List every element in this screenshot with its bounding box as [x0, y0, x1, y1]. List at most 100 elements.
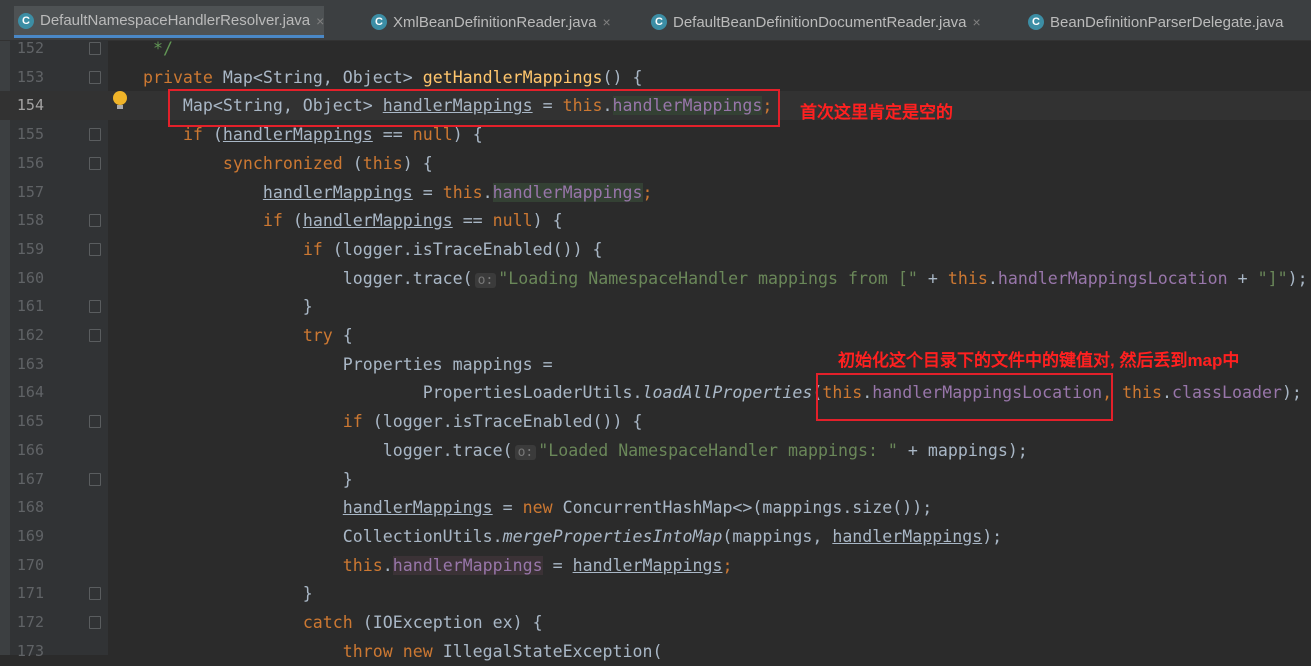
- line-number: 155: [16, 125, 44, 144]
- line-number: 157: [16, 182, 44, 201]
- code-token: .: [1162, 383, 1173, 403]
- line-number: 167: [16, 469, 44, 488]
- code-token: CollectionUtils.: [103, 526, 503, 546]
- code-token: handlerMappings: [572, 555, 723, 575]
- code-token: ) {: [532, 211, 563, 231]
- code-token: =: [412, 182, 443, 202]
- code-token: {: [342, 326, 353, 345]
- code-token: +: [917, 268, 948, 288]
- code-token: .: [482, 182, 493, 202]
- java-class-icon: C: [371, 14, 387, 30]
- code-token: IllegalStateException(: [442, 641, 663, 661]
- code-token: this: [947, 268, 988, 288]
- code-text: CollectionUtils.mergePropertiesIntoMap(m…: [103, 522, 1002, 551]
- code-token: +: [1227, 268, 1258, 288]
- code-token: (mappings,: [722, 526, 833, 546]
- code-text: logger.trace(o: "Loaded NamespaceHandler …: [103, 436, 1028, 467]
- code-token: this: [1122, 383, 1163, 403]
- line-number: 156: [16, 153, 44, 172]
- code-text: handlerMappings = new ConcurrentHashMap<…: [103, 493, 932, 522]
- code-line: 165 if (logger.isTraceEnabled()) {: [0, 407, 1311, 436]
- code-token: throw new: [342, 641, 443, 661]
- code-token: (: [212, 125, 223, 145]
- code-token: "Loaded NamespaceHandler mappings: ": [538, 440, 898, 460]
- fold-marker-icon[interactable]: [89, 472, 101, 486]
- fold-marker-icon[interactable]: [89, 587, 101, 601]
- fold-marker-icon[interactable]: [89, 156, 101, 170]
- java-class-icon: C: [651, 14, 667, 30]
- code-text: private Map<String, Object> getHandlerMa…: [103, 63, 643, 92]
- code-token: Map<String, Object>: [222, 67, 423, 87]
- code-token: handlerMappings: [492, 182, 643, 202]
- code-token: handlerMappings: [222, 125, 373, 145]
- code-token: (logger.isTraceEnabled()) {: [372, 412, 643, 432]
- code-token: handlerMappings: [302, 211, 453, 231]
- code-text: Properties mappings =: [103, 350, 553, 379]
- code-token: (logger.isTraceEnabled()) {: [332, 239, 603, 259]
- line-number: 171: [16, 584, 44, 603]
- fold-marker-icon[interactable]: [89, 329, 101, 342]
- code-token: handlerMappings: [392, 555, 543, 575]
- code-text: PropertiesLoaderUtils.loadAllProperties(…: [103, 378, 1302, 407]
- line-number: 169: [16, 526, 44, 545]
- code-token: ==: [372, 125, 413, 145]
- code-line: 152 */: [0, 34, 1311, 63]
- fold-marker-icon[interactable]: [89, 616, 101, 629]
- code-text: */: [103, 34, 173, 63]
- fold-marker-icon[interactable]: [89, 415, 101, 429]
- code-text: }: [103, 579, 313, 608]
- lightbulb-icon[interactable]: [113, 91, 127, 109]
- fold-marker-icon[interactable]: [89, 128, 101, 142]
- code-token: o:: [514, 444, 537, 460]
- close-icon[interactable]: ×: [316, 13, 324, 29]
- code-line: 171 }: [0, 579, 1311, 608]
- code-token: if: [342, 412, 373, 432]
- fold-marker-icon[interactable]: [89, 42, 101, 55]
- code-token: */: [142, 39, 173, 58]
- line-number: 165: [16, 412, 44, 431]
- code-token: mergePropertiesIntoMap: [502, 526, 723, 546]
- code-token: null: [492, 211, 533, 231]
- code-token: "]": [1257, 268, 1288, 288]
- annotation-empty-first: 首次这里肯定是空的: [800, 103, 953, 122]
- line-number: 173: [16, 641, 44, 660]
- fold-marker-icon[interactable]: [89, 214, 101, 228]
- fold-marker-icon[interactable]: [89, 242, 101, 256]
- fold-marker-icon[interactable]: [89, 300, 101, 314]
- code-token: Properties mappings =: [103, 354, 553, 374]
- code-token: + mappings);: [897, 440, 1028, 460]
- code-token: handlerMappings: [262, 182, 413, 202]
- close-icon[interactable]: ×: [973, 14, 981, 30]
- code-token: ;: [642, 182, 653, 202]
- line-number: 154: [16, 96, 44, 115]
- code-token: new: [522, 498, 563, 518]
- close-icon[interactable]: ×: [602, 14, 610, 30]
- line-number: 158: [16, 211, 44, 230]
- code-token: this: [442, 182, 483, 202]
- line-number: 161: [16, 297, 44, 316]
- tab-label: DefaultNamespaceHandlerResolver.java: [40, 12, 311, 29]
- code-token: .: [987, 268, 998, 288]
- code-text: catch (IOException ex) {: [103, 608, 543, 637]
- code-text: }: [103, 292, 313, 321]
- code-token: handlerMappingsLocation: [997, 268, 1228, 288]
- code-line: 166 logger.trace(o: "Loaded NamespaceHand…: [0, 436, 1311, 465]
- code-line: 159 if (logger.isTraceEnabled()) {: [0, 235, 1311, 264]
- code-line: 173 throw new IllegalStateException(: [0, 637, 1311, 666]
- code-token: if: [302, 239, 333, 259]
- fold-marker-icon[interactable]: [89, 70, 101, 84]
- code-line: 168 handlerMappings = new ConcurrentHash…: [0, 493, 1311, 522]
- code-token: ConcurrentHashMap<>(mappings.size());: [562, 498, 933, 518]
- code-token: "Loading NamespaceHandler mappings from …: [498, 268, 918, 288]
- code-token: );: [1281, 383, 1302, 403]
- line-number: 153: [16, 67, 44, 86]
- code-token: logger.trace(: [103, 268, 473, 288]
- line-number: 170: [16, 555, 44, 574]
- code-token: catch: [302, 613, 363, 632]
